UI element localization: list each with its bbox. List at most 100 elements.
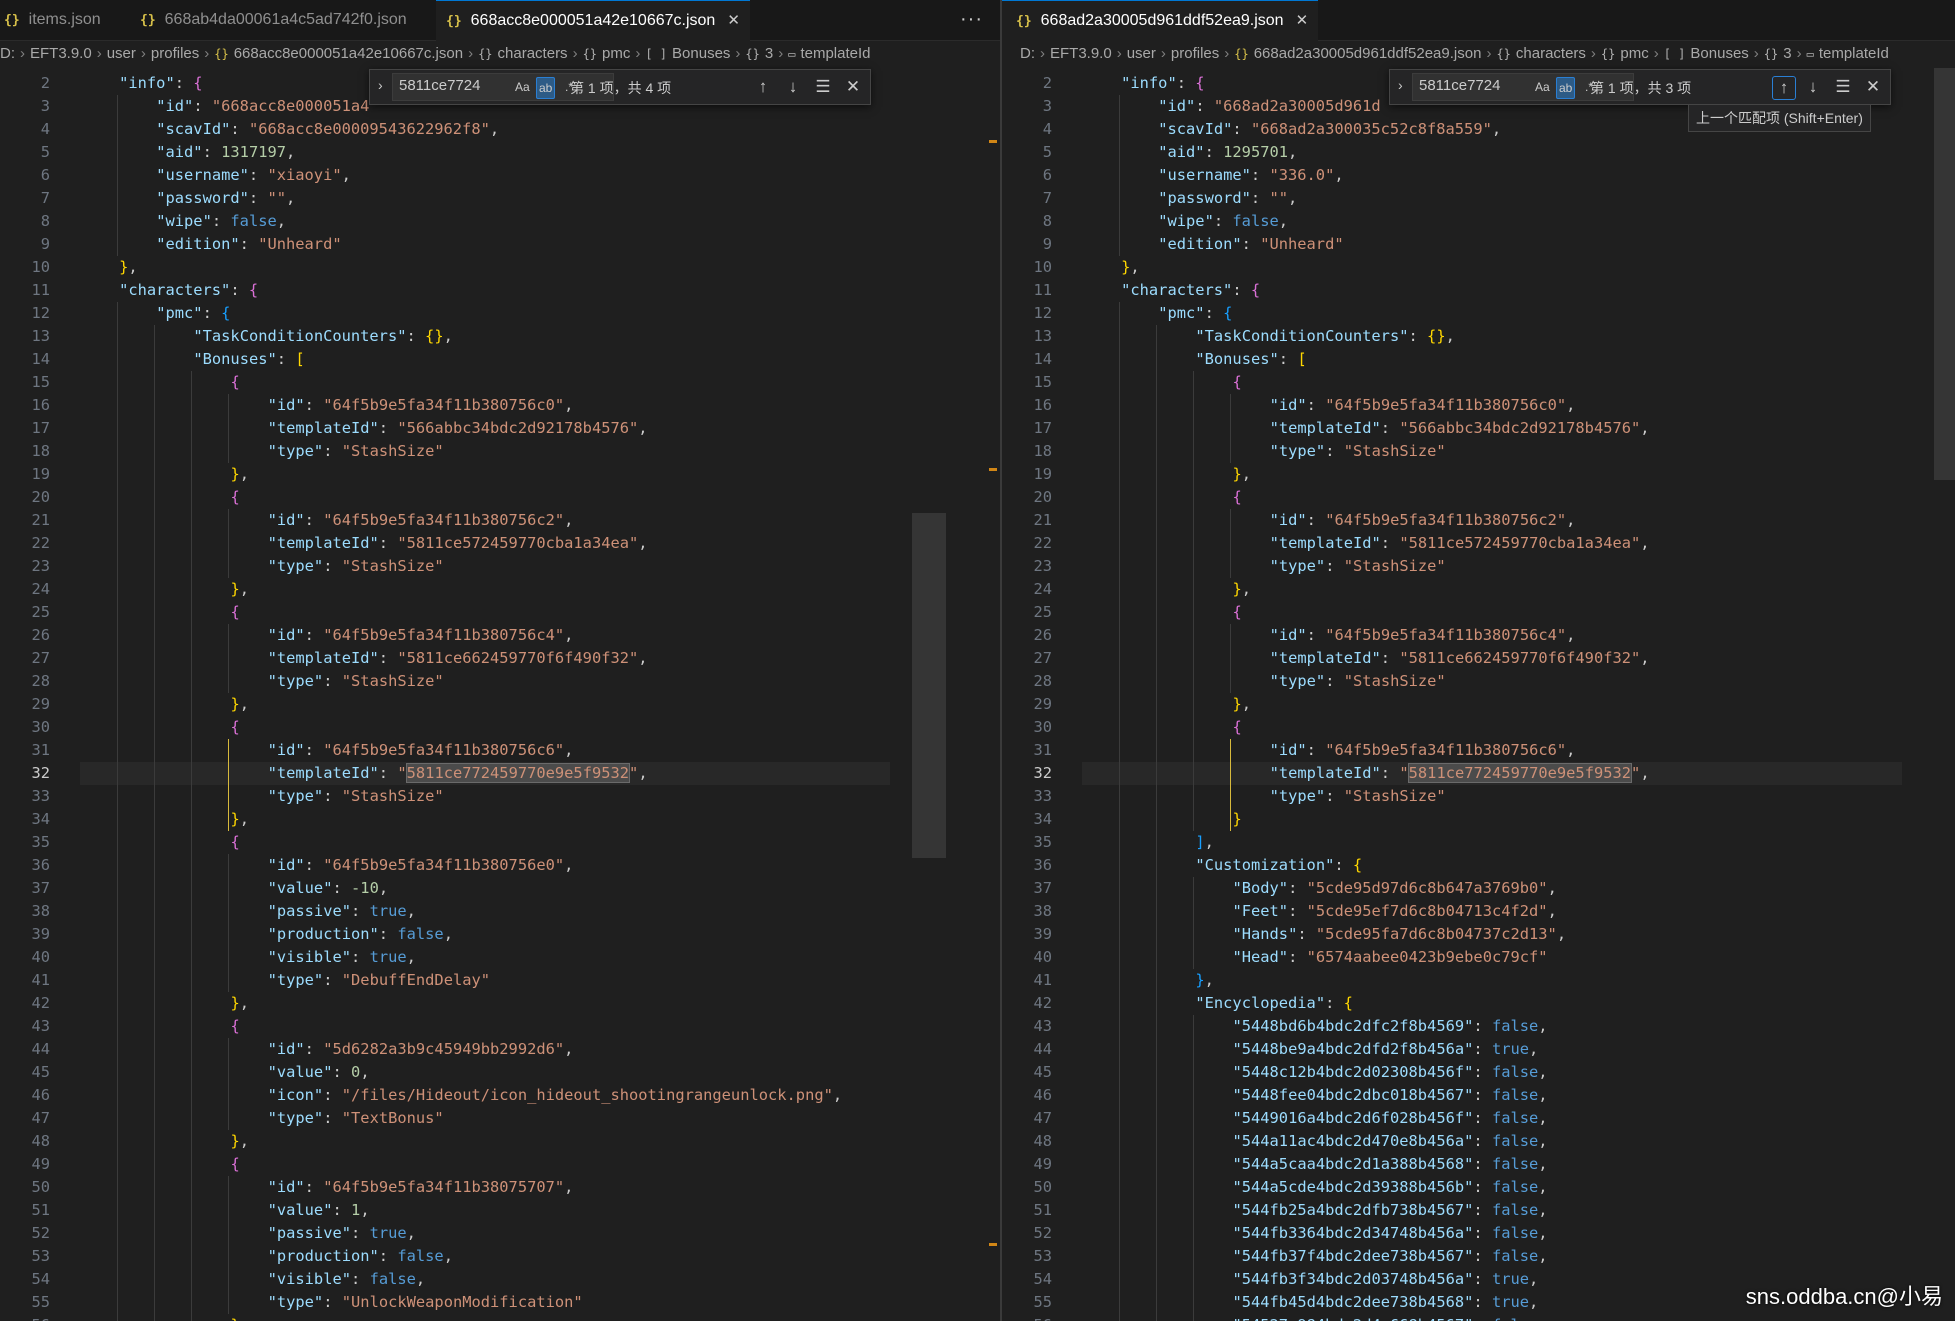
close-icon[interactable]: ✕ xyxy=(1862,76,1884,98)
breadcrumb-item[interactable]: user xyxy=(1127,45,1156,62)
tab-668acc8e-json[interactable]: {} 668acc8e000051a42e10667c.json ✕ xyxy=(436,0,750,41)
line-number: 27 xyxy=(1033,649,1052,667)
indent-guide xyxy=(154,601,156,624)
arrow-up-icon[interactable]: ↑ xyxy=(752,76,774,98)
indent-guide xyxy=(228,440,230,463)
tab-items-json[interactable]: {} items.json xyxy=(0,0,124,40)
breadcrumb-item[interactable]: D: xyxy=(0,45,15,62)
indent-guide xyxy=(154,509,156,532)
toggle-replace-icon[interactable]: › xyxy=(1398,77,1403,93)
code-text: { xyxy=(1232,373,1242,391)
breadcrumb-item[interactable]: characters xyxy=(1516,45,1586,62)
indent-guide xyxy=(1193,1176,1195,1199)
line-number: 4 xyxy=(1042,120,1052,138)
code-text: "passive": true, xyxy=(267,902,416,920)
code-line: 6 "username": "xiaoyi", xyxy=(0,164,890,187)
code-text: "id": "64f5b9e5fa34f11b380756c6", xyxy=(1269,741,1576,759)
arrow-up-icon[interactable]: ↑ xyxy=(1772,76,1796,100)
indent-guide xyxy=(1193,1038,1195,1061)
line-number: 11 xyxy=(1033,281,1052,299)
code-line: 40 "Head": "6574aabee0423b9ebe0c79cf" xyxy=(1002,946,1892,969)
line-number: 50 xyxy=(31,1178,50,1196)
whole-word-icon[interactable]: ab xyxy=(536,77,556,99)
breadcrumb-item[interactable]: pmc xyxy=(1620,45,1648,62)
code-text: "type": "StashSize" xyxy=(1269,442,1446,460)
indent-guide xyxy=(154,463,156,486)
indent-guide xyxy=(1119,670,1121,693)
code-line: 56 "54527a984bdc2d4e668b4567": false, xyxy=(1002,1314,1892,1321)
indent-guide xyxy=(1119,578,1121,601)
line-number: 29 xyxy=(31,695,50,713)
indent-guide xyxy=(228,417,230,440)
code-line: 30 { xyxy=(1002,716,1892,739)
breadcrumb-item[interactable]: Bonuses xyxy=(672,45,730,62)
tab-668ad2a3-json[interactable]: {} 668ad2a30005d961ddf52ea9.json ✕ xyxy=(1002,0,1319,41)
arrow-down-icon[interactable]: ↓ xyxy=(782,76,804,98)
indent-guide xyxy=(117,1015,119,1038)
object-icon: {} xyxy=(1600,47,1616,61)
code-editor[interactable]: 2 "info": {3 "id": "668acc8e000051a4 4 "scav… xyxy=(0,68,1000,1321)
breadcrumb-item[interactable]: templateId xyxy=(800,45,870,62)
breadcrumb-item[interactable]: 668acc8e000051a42e10667c.json xyxy=(234,45,463,62)
indent-guide xyxy=(1193,647,1195,670)
breadcrumb-item[interactable]: 3 xyxy=(765,45,773,62)
line-number: 5 xyxy=(1042,143,1052,161)
line-number: 20 xyxy=(31,488,50,506)
indent-guide xyxy=(1156,601,1158,624)
code-text: "id": "64f5b9e5fa34f11b380756c6", xyxy=(267,741,574,759)
indent-guide xyxy=(1193,486,1195,509)
breadcrumb-item[interactable]: Bonuses xyxy=(1690,45,1748,62)
code-text: "type": "StashSize" xyxy=(267,672,444,690)
find-in-selection-icon[interactable]: ☰ xyxy=(1832,76,1854,98)
breadcrumb-item[interactable]: characters xyxy=(498,45,568,62)
code-line: 21 "id": "64f5b9e5fa34f11b380756c2", xyxy=(1002,509,1892,532)
indent-guide xyxy=(117,969,119,992)
indent-guide xyxy=(228,923,230,946)
tab-bar: {} items.json {} 668ab4da00061a4c5ad742f0.… xyxy=(0,0,1000,41)
breadcrumb-item[interactable]: EFT3.9.0 xyxy=(30,45,92,62)
code-text: }, xyxy=(230,465,250,483)
indent-guide xyxy=(1156,463,1158,486)
arrow-down-icon[interactable]: ↓ xyxy=(1802,76,1824,98)
code-text: "544fb37f4bdc2dee738b4567": false, xyxy=(1232,1247,1548,1265)
breadcrumb-item[interactable]: 3 xyxy=(1783,45,1791,62)
code-text: "wipe": false, xyxy=(1158,212,1289,230)
line-number: 45 xyxy=(1033,1063,1052,1081)
close-icon[interactable]: ✕ xyxy=(1296,1,1309,41)
vertical-scrollbar[interactable] xyxy=(985,68,999,1321)
whole-word-icon[interactable]: ab xyxy=(1556,77,1576,99)
breadcrumb-item[interactable]: D: xyxy=(1020,45,1035,62)
line-number: 39 xyxy=(31,925,50,943)
more-actions-icon[interactable]: ··· xyxy=(960,0,983,40)
indent-guide xyxy=(1193,1222,1195,1245)
minimap[interactable] xyxy=(895,68,983,1321)
code-text: }, xyxy=(230,580,250,598)
code-text: "Customization": { xyxy=(1195,856,1363,874)
close-icon[interactable]: ✕ xyxy=(842,76,864,98)
minimap[interactable] xyxy=(1907,68,1955,1321)
line-number: 30 xyxy=(31,718,50,736)
breadcrumb-item[interactable]: profiles xyxy=(151,45,199,62)
breadcrumb-item[interactable]: pmc xyxy=(602,45,630,62)
breadcrumb-item[interactable]: EFT3.9.0 xyxy=(1050,45,1112,62)
breadcrumb-item[interactable]: 668ad2a30005d961ddf52ea9.json xyxy=(1254,45,1482,62)
close-icon[interactable]: ✕ xyxy=(727,1,740,41)
breadcrumb-item[interactable]: profiles xyxy=(1171,45,1219,62)
indent-guide xyxy=(1119,440,1121,463)
indent-guide xyxy=(154,900,156,923)
toggle-replace-icon[interactable]: › xyxy=(378,77,383,93)
code-editor[interactable]: 2 "info": {3 "id": "668ad2a30005d961d 4 "sca… xyxy=(1002,68,1955,1321)
code-line: 54 "visible": false, xyxy=(0,1268,890,1291)
code-text: "username": "xiaoyi", xyxy=(156,166,351,184)
code-text: "type": "StashSize" xyxy=(267,442,444,460)
indent-guide xyxy=(191,624,193,647)
indent-guide xyxy=(1193,417,1195,440)
breadcrumb-item[interactable]: user xyxy=(107,45,136,62)
breadcrumb-item[interactable]: templateId xyxy=(1819,45,1889,62)
code-text: } xyxy=(1232,810,1242,828)
match-case-icon[interactable]: Aa xyxy=(1533,77,1552,97)
match-case-icon[interactable]: Aa xyxy=(513,77,532,97)
code-text: }, xyxy=(1232,465,1252,483)
tab-668ab4da-json[interactable]: {} 668ab4da00061a4c5ad742f0.json xyxy=(140,0,430,40)
find-in-selection-icon[interactable]: ☰ xyxy=(812,76,834,98)
